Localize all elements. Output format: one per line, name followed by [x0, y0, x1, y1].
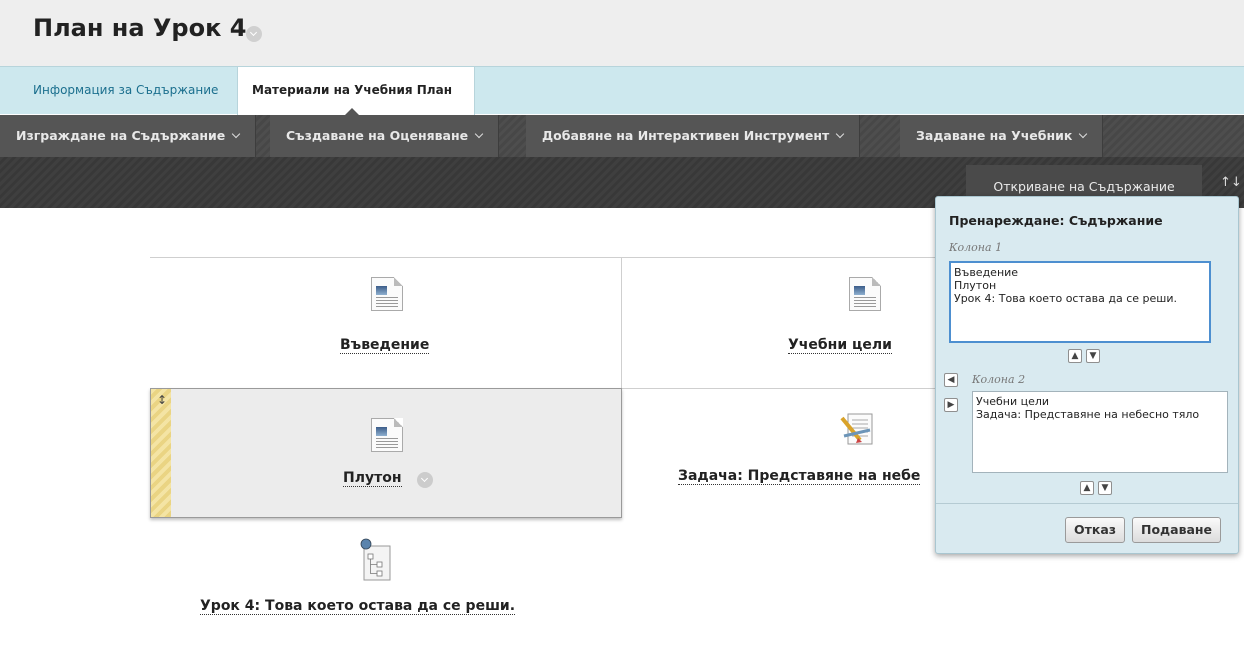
action-bar: Изграждане на Съдържание Създаване на Оц… — [0, 115, 1244, 157]
chevron-down-icon — [835, 129, 845, 139]
panel-divider — [936, 503, 1238, 504]
reorder-panel: Пренареждане: Съдържание Колона 1 Въведе… — [935, 196, 1239, 554]
column2-move-up-button[interactable]: ▲ — [1080, 481, 1094, 495]
content-item-pluto[interactable]: Плутон — [343, 470, 402, 487]
move-left-button[interactable]: ◀ — [944, 373, 958, 387]
active-tab-pointer-icon — [345, 108, 359, 115]
drag-handle[interactable]: ↕ — [151, 389, 171, 517]
column1-label: Колона 1 — [949, 241, 1003, 254]
content-item-assignment[interactable]: Задача: Представяне на небе — [678, 468, 921, 485]
list-item[interactable]: Учебни цели — [976, 395, 1224, 408]
cancel-button[interactable]: Отказ — [1065, 517, 1126, 543]
list-item[interactable]: Плутон — [954, 279, 1206, 292]
column2-move-down-button[interactable]: ▼ — [1098, 481, 1112, 495]
page-title: План на Урок 4 — [33, 14, 247, 42]
column2-listbox[interactable]: Учебни цели Задача: Представяне на небес… — [972, 391, 1228, 473]
add-interactive-tool-menu[interactable]: Добавяне на Интерактивен Инструмент — [526, 115, 861, 157]
move-right-button[interactable]: ▶ — [944, 398, 958, 412]
content-item-dragging[interactable]: ↕ Плутон — [150, 388, 622, 518]
grid-divider — [621, 258, 622, 388]
content-item-learning-goals[interactable]: Учебни цели — [788, 337, 892, 354]
lesson-plan-icon — [360, 538, 391, 581]
build-content-label: Изграждане на Съдържание — [16, 128, 226, 143]
reorder-sort-icon[interactable]: ↑↓ — [1220, 175, 1242, 190]
create-assessment-label: Създаване на Оценяване — [286, 128, 469, 143]
content-item-lesson-plan[interactable]: Урок 4: Това което остава да се реши. — [200, 598, 516, 615]
drag-arrow-icon: ↕ — [157, 393, 168, 407]
column1-listbox[interactable]: Въведение Плутон Урок 4: Това което оста… — [949, 261, 1211, 343]
grid-divider — [622, 388, 938, 389]
tab-content-information[interactable]: Информация за Съдържание — [19, 67, 232, 115]
reorder-panel-title: Пренареждане: Съдържание — [949, 213, 1163, 228]
page-header: План на Урок 4 — [0, 0, 1244, 66]
item-options-chevron-icon[interactable] — [417, 472, 433, 488]
assign-textbook-label: Задаване на Учебник — [916, 128, 1073, 143]
build-content-menu[interactable]: Изграждане на Съдържание — [0, 115, 257, 157]
chevron-down-icon — [1079, 129, 1088, 139]
tab-bar: Информация за Съдържание Материали на Уч… — [0, 66, 1244, 115]
list-item[interactable]: Задача: Представяне на небесно тяло — [976, 408, 1224, 421]
document-icon — [371, 418, 403, 452]
document-icon — [371, 277, 403, 311]
add-interactive-tool-label: Добавяне на Интерактивен Инструмент — [542, 128, 830, 143]
grid-divider — [150, 257, 938, 258]
column1-move-down-button[interactable]: ▼ — [1086, 349, 1100, 363]
assign-textbook-menu[interactable]: Задаване на Учебник — [900, 115, 1104, 157]
page-options-chevron-icon[interactable] — [246, 26, 262, 42]
content-item-introduction[interactable]: Въведение — [340, 337, 430, 354]
column2-label: Колона 2 — [972, 373, 1026, 386]
list-item[interactable]: Урок 4: Това което остава да се реши. — [954, 292, 1206, 305]
list-item[interactable]: Въведение — [954, 266, 1206, 279]
create-assessment-menu[interactable]: Създаване на Оценяване — [270, 115, 500, 157]
chevron-down-icon — [474, 129, 484, 139]
document-icon — [849, 277, 881, 311]
column1-move-up-button[interactable]: ▲ — [1068, 349, 1082, 363]
chevron-down-icon — [232, 129, 241, 139]
assignment-icon — [840, 413, 873, 445]
submit-button[interactable]: Подаване — [1132, 517, 1222, 543]
